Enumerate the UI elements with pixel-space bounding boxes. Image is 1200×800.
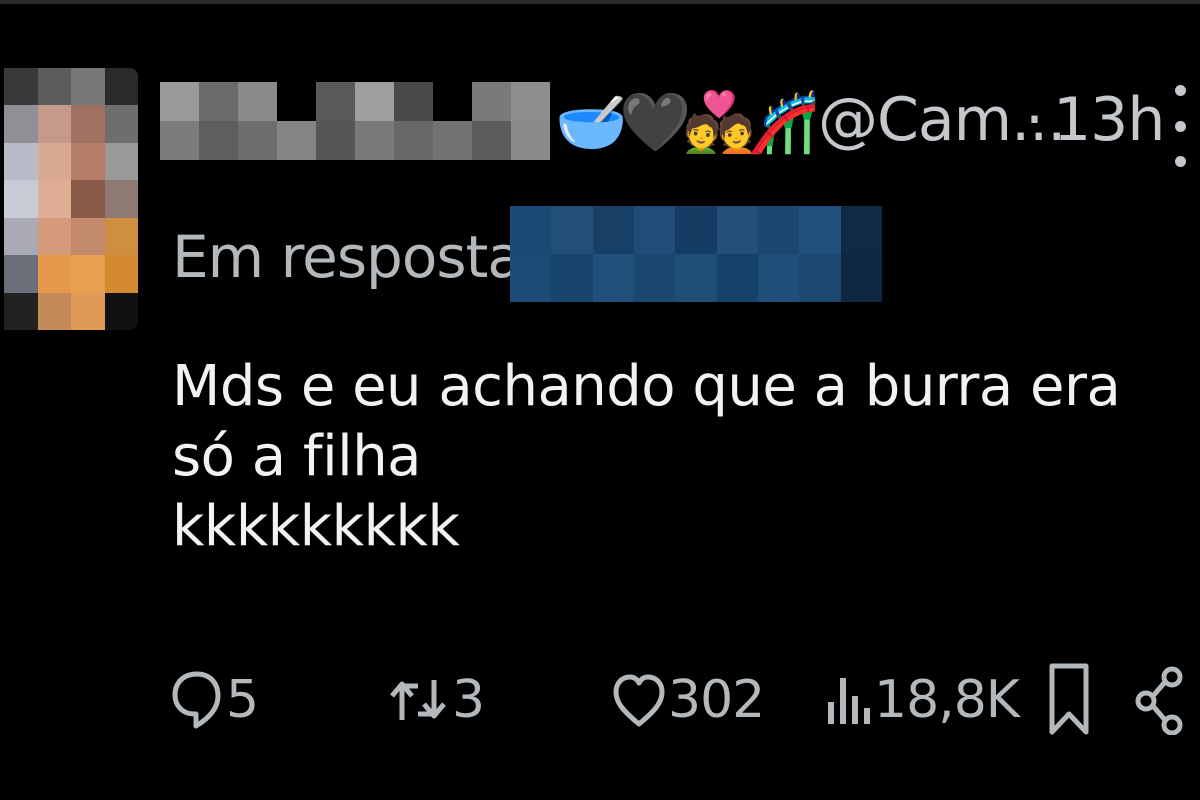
action-bar: 5 3 302 18,8K [170,650,1200,750]
bar-chart-icon [828,678,870,724]
like-button[interactable]: 302 [612,650,765,750]
speech-bubble-icon [172,671,221,729]
author-emojis: 🥣 🖤 💑 🎢 [555,72,820,172]
views-button[interactable]: 18,8K [824,650,1020,750]
share-button[interactable] [1134,650,1186,750]
reply-button[interactable]: 5 [170,650,259,750]
author-name-redacted[interactable] [160,82,550,160]
roller-coaster-emoji: 🎢 [747,88,820,156]
post-time[interactable]: 13h [1053,80,1165,160]
more-options-icon[interactable] [1168,85,1192,167]
bookmark-button[interactable] [1046,650,1092,750]
share-icon [1135,666,1183,735]
separator-dot: · [1025,85,1045,155]
bowl-emoji: 🥣 [555,88,628,156]
post-header: 🥣 🖤 💑 🎢 @Cam... · 13h [160,60,1200,180]
reply-context: Em resposta a [172,206,882,302]
black-heart-emoji: 🖤 [619,88,692,156]
repost-count: 3 [452,670,485,730]
top-divider [0,0,1200,4]
reply-count: 5 [226,670,259,730]
heart-icon [613,674,665,727]
reply-mention-redacted[interactable] [510,206,882,302]
avatar[interactable] [4,68,138,330]
view-count: 18,8K [874,670,1020,730]
post-text: Mds e eu achando que a burra era só a fi… [172,354,1121,559]
bookmark-icon [1049,663,1089,735]
repost-button[interactable]: 3 [388,650,485,750]
repost-arrows-icon [390,680,446,720]
couple-emoji: 💑 [683,88,756,156]
like-count: 302 [668,670,765,730]
